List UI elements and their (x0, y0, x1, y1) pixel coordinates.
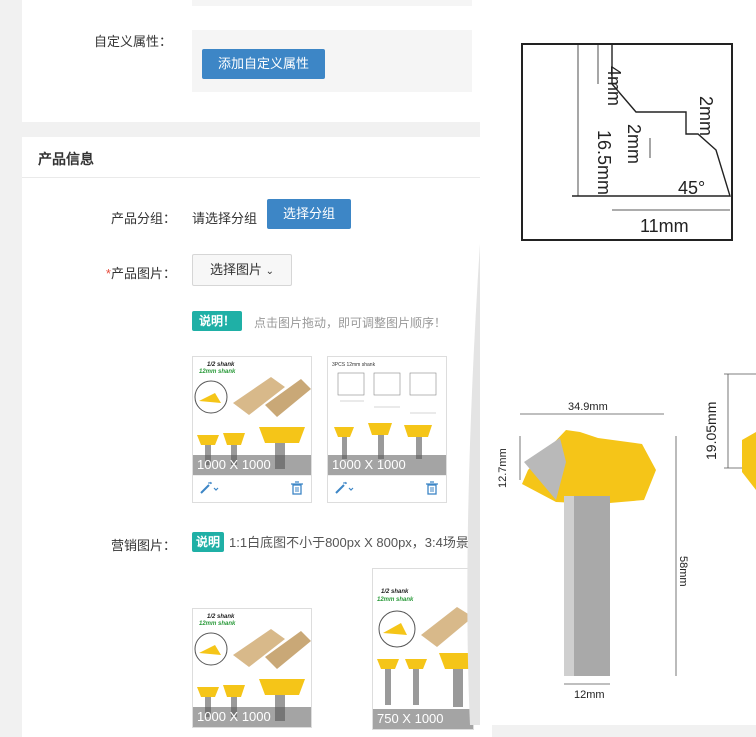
svg-text:12mm shank: 12mm shank (199, 621, 236, 627)
svg-text:1/2 shank: 1/2 shank (207, 362, 235, 368)
chevron-down-icon: ⌄ (265, 266, 275, 277)
dim-45-deg: 45° (678, 178, 705, 198)
router-bit-dimension-drawing: 4mm 16.5mm 2mm 2mm 45° 11mm 34.9mm 12.7m… (497, 43, 756, 701)
dim-12mm: 12mm (574, 689, 605, 701)
image-size-label: 1000 X 1000 (193, 707, 311, 727)
svg-text:1/2 shank: 1/2 shank (207, 614, 235, 620)
svg-text:12mm shank: 12mm shank (377, 597, 414, 603)
product-image-thumb[interactable]: 1/2 shank 12mm shank 1000 X 1000 (192, 356, 312, 503)
dim-34-9mm: 34.9mm (568, 401, 608, 413)
dim-16-5mm: 16.5mm (594, 130, 614, 195)
image-preview-panel: 4mm 16.5mm 2mm 2mm 45° 11mm 34.9mm 12.7m… (480, 0, 756, 725)
section-divider (22, 177, 492, 178)
magic-wand-icon[interactable] (334, 481, 354, 500)
product-group-placeholder: 请选择分组 (192, 211, 258, 226)
product-image-label: *产品图片： (105, 266, 176, 281)
add-custom-attr-button[interactable]: 添加自定义属性 (202, 49, 325, 79)
attr-strip (192, 0, 472, 6)
dim-11mm: 11mm (640, 216, 689, 236)
dim-2mm-a: 2mm (696, 96, 716, 136)
marketing-note-badge: 说明 (192, 532, 224, 552)
custom-attr-label: 自定义属性： (93, 34, 172, 49)
select-image-button[interactable]: 选择图片 ⌄ (192, 254, 292, 286)
marketing-image-label: 营销图片： (110, 538, 176, 553)
trash-icon[interactable] (426, 481, 438, 500)
product-image-thumb[interactable]: 3PCS 12mm shank 1000 X 1000 (327, 356, 447, 503)
product-group-label: 产品分组： (110, 211, 176, 226)
marketing-note-text: 1:1白底图不小于800px X 800px，3:4场景 (229, 535, 469, 550)
router-bit-image: 1/2 shank 12mm shank 1000 X 1000 (193, 609, 311, 727)
image-size-label: 1000 X 1000 (193, 455, 311, 475)
note-text: 点击图片拖动，即可调整图片顺序！ (254, 316, 447, 330)
note-badge: 说明！ (192, 311, 242, 331)
marketing-image-thumb[interactable]: 1/2 shank 12mm shank 1000 X 1000 (192, 608, 312, 728)
magic-wand-icon[interactable] (199, 481, 219, 500)
dim-2mm-b: 2mm (624, 124, 644, 164)
svg-text:12mm shank: 12mm shank (199, 369, 236, 375)
dim-19-05mm: 19.05mm (703, 402, 719, 460)
svg-text:1/2 shank: 1/2 shank (381, 589, 409, 595)
svg-text:3PCS 12mm shank: 3PCS 12mm shank (332, 362, 376, 368)
select-group-button[interactable]: 选择分组 (267, 199, 351, 229)
router-bit-set-image: 3PCS 12mm shank 1000 X 1000 (328, 357, 446, 475)
trash-icon[interactable] (291, 481, 303, 500)
dim-12-7mm: 12.7mm (497, 448, 509, 488)
dim-4mm: 4mm (604, 66, 624, 106)
image-size-label: 1000 X 1000 (328, 455, 446, 475)
router-bit-image: 1/2 shank 12mm shank 1000 X 1000 (193, 357, 311, 475)
product-info-title: 产品信息 (38, 151, 94, 167)
dim-58mm: 58mm (677, 556, 689, 587)
